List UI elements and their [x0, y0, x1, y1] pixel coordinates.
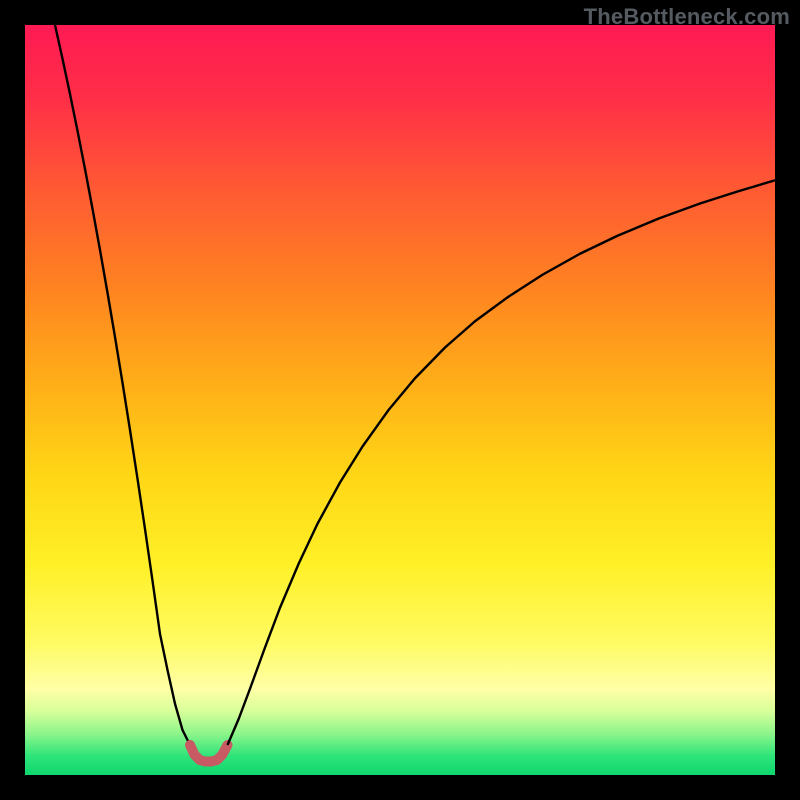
chart-frame: TheBottleneck.com: [0, 0, 800, 800]
plot-area: [25, 25, 775, 775]
watermark-text: TheBottleneck.com: [584, 4, 790, 30]
gradient-background: [25, 25, 775, 775]
chart-svg: [25, 25, 775, 775]
